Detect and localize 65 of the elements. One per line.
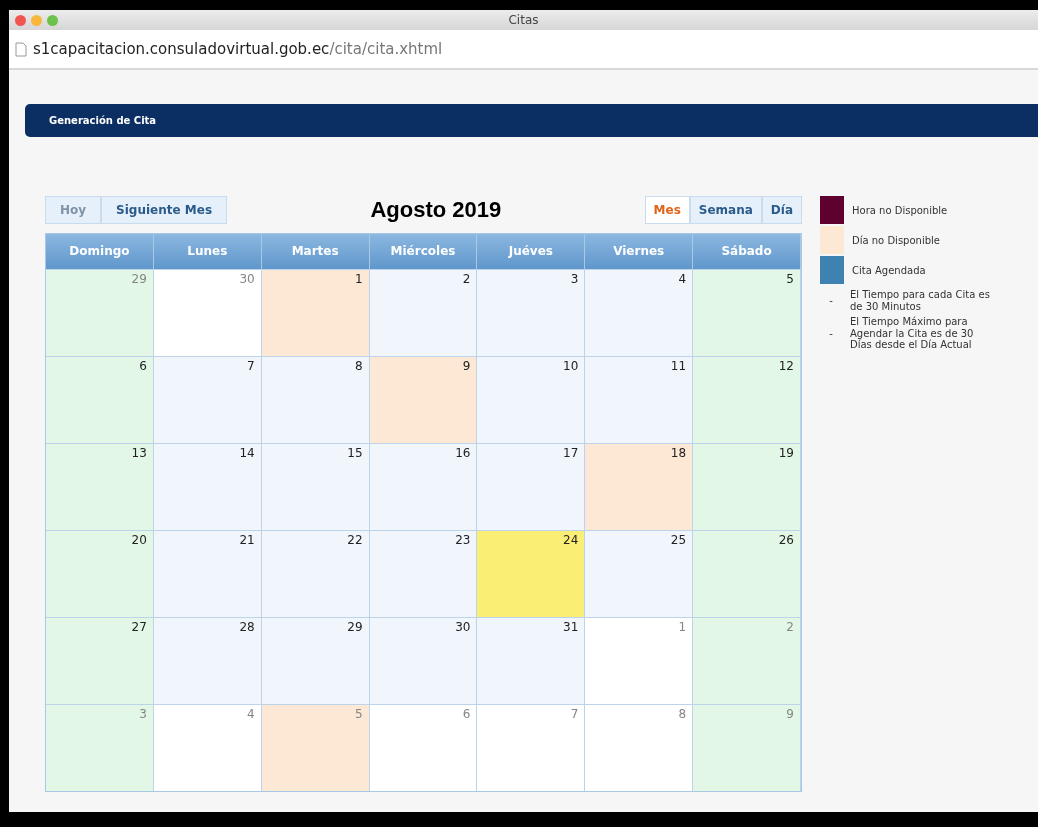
day-cell[interactable]: 12: [693, 356, 801, 443]
weekday-header: Sábado: [693, 234, 801, 269]
day-cell[interactable]: 2: [369, 269, 478, 356]
minimize-icon[interactable]: [31, 14, 42, 26]
weekday-header: Martes: [261, 234, 370, 269]
day-cell[interactable]: 10: [477, 356, 586, 443]
day-cell[interactable]: 6: [46, 356, 154, 443]
zoom-icon[interactable]: [47, 14, 58, 26]
day-cell[interactable]: 25: [585, 530, 694, 617]
legend-label: Hora no Disponible: [852, 204, 948, 216]
day-cell[interactable]: 23: [369, 530, 478, 617]
day-cell[interactable]: 11: [585, 356, 694, 443]
day-cell[interactable]: 4: [153, 704, 262, 791]
day-cell[interactable]: 19: [693, 443, 801, 530]
day-cell[interactable]: 24: [477, 530, 586, 617]
day-cell[interactable]: 16: [369, 443, 478, 530]
day-cell[interactable]: 8: [261, 356, 370, 443]
note-bullet: -: [828, 327, 834, 339]
day-cell[interactable]: 30: [369, 617, 478, 704]
day-cell[interactable]: 26: [693, 530, 801, 617]
day-cell[interactable]: 3: [477, 269, 586, 356]
address-bar[interactable]: s1capacitacion.consuladovirtual.gob.ec/cita/cita.xhtml: [9, 30, 1038, 70]
legend-label: Cita Agendada: [852, 264, 926, 276]
day-cell[interactable]: 1: [261, 269, 370, 356]
view-tab[interactable]: Día: [761, 196, 802, 224]
day-cell[interactable]: 6: [369, 704, 478, 791]
day-cell[interactable]: 7: [477, 704, 586, 791]
legend-label: Día no Disponible: [852, 234, 940, 246]
day-cell[interactable]: 20: [46, 530, 154, 617]
day-cell[interactable]: 4: [585, 269, 694, 356]
note-bullet: -: [828, 295, 834, 306]
close-icon[interactable]: [15, 14, 26, 26]
url-path: /cita/cita.xhtml: [329, 40, 443, 58]
legend-note: El Tiempo para cada Cita es de 30 Minutos: [850, 289, 990, 312]
day-cell[interactable]: 13: [46, 443, 154, 530]
day-cell[interactable]: 1: [585, 617, 694, 704]
day-cell[interactable]: 15: [261, 443, 370, 530]
day-cell[interactable]: 14: [153, 443, 262, 530]
day-cell[interactable]: 22: [261, 530, 370, 617]
day-cell[interactable]: 31: [477, 617, 586, 704]
view-tab[interactable]: Semana: [689, 196, 762, 224]
month-title: Agosto 2019: [370, 197, 502, 223]
day-cell[interactable]: 7: [153, 356, 262, 443]
day-cell[interactable]: 8: [585, 704, 694, 791]
weekday-header: Juéves: [477, 234, 586, 269]
day-cell[interactable]: 29: [261, 617, 370, 704]
view-tab[interactable]: Mes: [644, 196, 690, 224]
weekday-header: Viernes: [585, 234, 694, 269]
day-cell[interactable]: 21: [153, 530, 262, 617]
day-cell[interactable]: 17: [477, 443, 586, 530]
day-cell[interactable]: 9: [369, 356, 478, 443]
page-icon: [15, 41, 27, 57]
url-host: s1capacitacion.consuladovirtual.gob.ec: [33, 40, 330, 58]
day-cell[interactable]: 28: [153, 617, 262, 704]
window-title: Citas: [508, 13, 539, 27]
day-cell[interactable]: 5: [693, 269, 801, 356]
weekday-header: Miércoles: [369, 234, 478, 269]
legend-note: El Tiempo Máximo para Agendar la Cita es de 30 Días desde el Día Actual: [850, 316, 975, 351]
nav-button[interactable]: Siguiente Mes: [101, 196, 228, 224]
day-cell[interactable]: 18: [585, 443, 694, 530]
day-cell[interactable]: 30: [153, 269, 262, 356]
weekday-header: Domingo: [46, 234, 154, 269]
day-cell[interactable]: 27: [46, 617, 154, 704]
weekday-header: Lunes: [153, 234, 262, 269]
section-header: Generación de Cita: [25, 104, 1038, 137]
